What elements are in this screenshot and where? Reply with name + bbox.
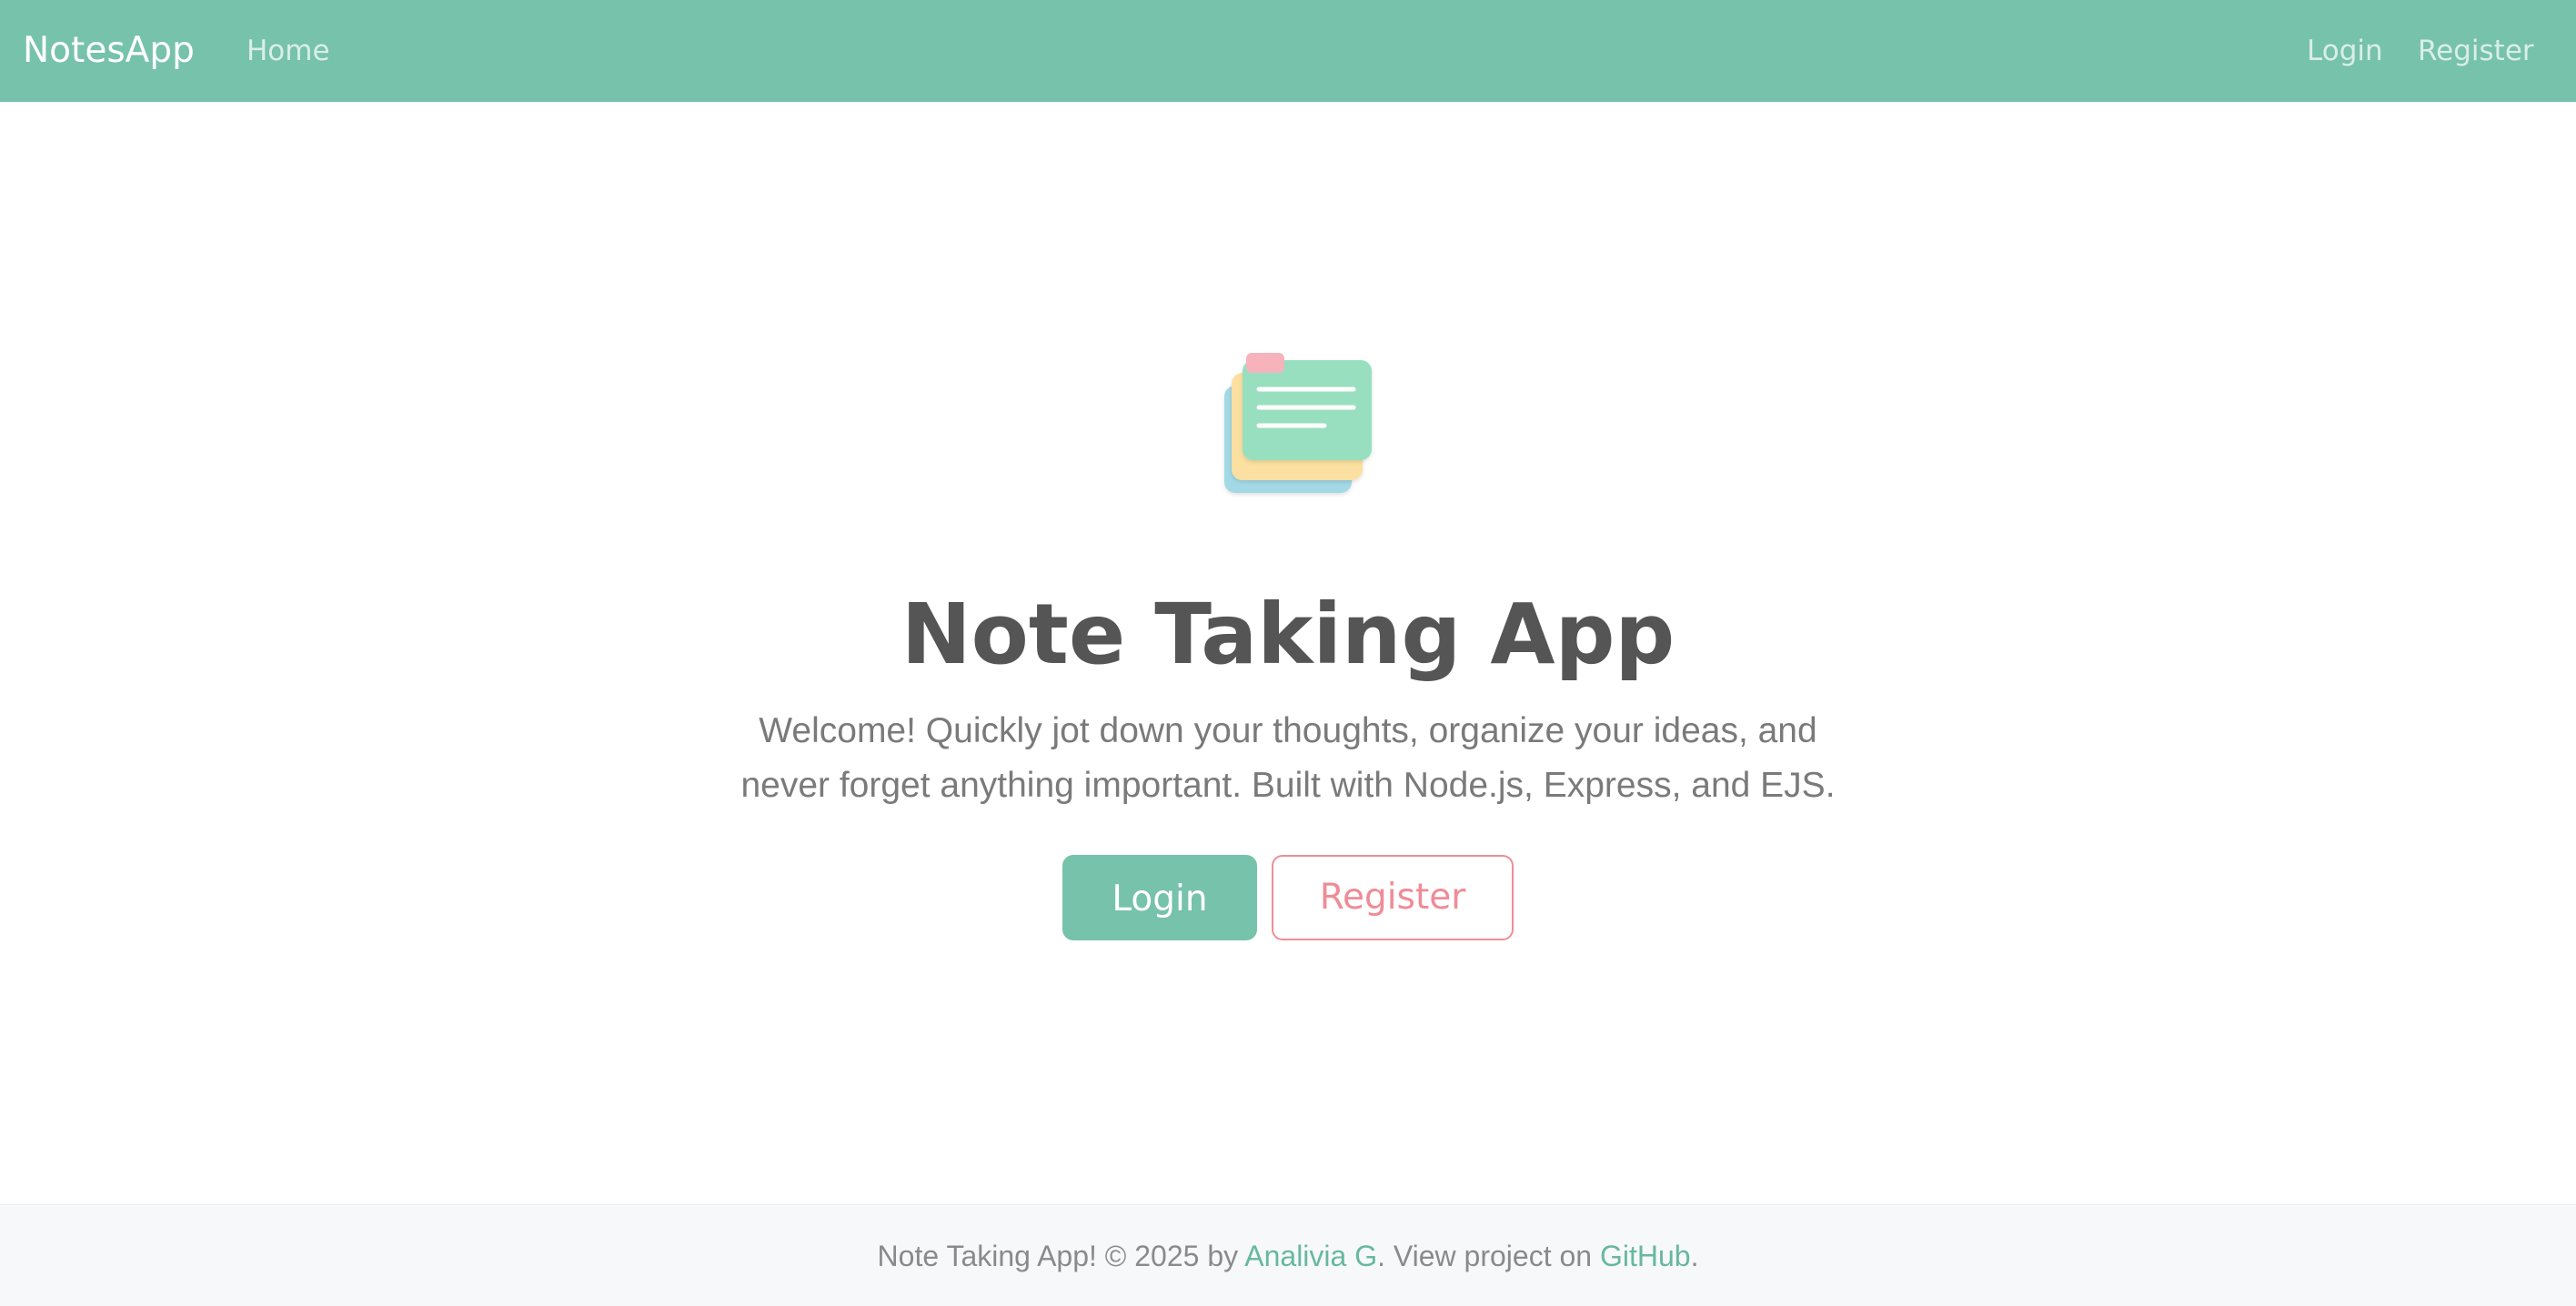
author-link[interactable]: Analivia G xyxy=(1244,1240,1377,1272)
footer: Note Taking App! © 2025 by Analivia G. V… xyxy=(0,1204,2576,1306)
hero-description: Welcome! Quickly jot down your thoughts,… xyxy=(0,704,2576,813)
stacked-notes-icon xyxy=(1224,353,1372,493)
nav-register-link[interactable]: Register xyxy=(2418,0,2534,102)
footer-middle: . View project on xyxy=(1377,1240,1600,1272)
hero-description-line1: Welcome! Quickly jot down your thoughts,… xyxy=(759,711,1817,750)
nav-login-link[interactable]: Login xyxy=(2307,0,2383,102)
navbar: NotesApp Home Login Register xyxy=(0,0,2576,102)
nav-home-link[interactable]: Home xyxy=(247,0,330,102)
page-title: Note Taking App xyxy=(901,586,1675,683)
github-link[interactable]: GitHub xyxy=(1600,1240,1691,1272)
hero-description-line2: never forget anything important. Built w… xyxy=(740,766,1836,805)
footer-suffix: . xyxy=(1690,1240,1699,1272)
brand-link[interactable]: NotesApp xyxy=(23,0,195,102)
login-button[interactable]: Login xyxy=(1062,855,1257,940)
register-button[interactable]: Register xyxy=(1272,855,1514,940)
footer-prefix: Note Taking App! © 2025 by xyxy=(877,1240,1245,1272)
